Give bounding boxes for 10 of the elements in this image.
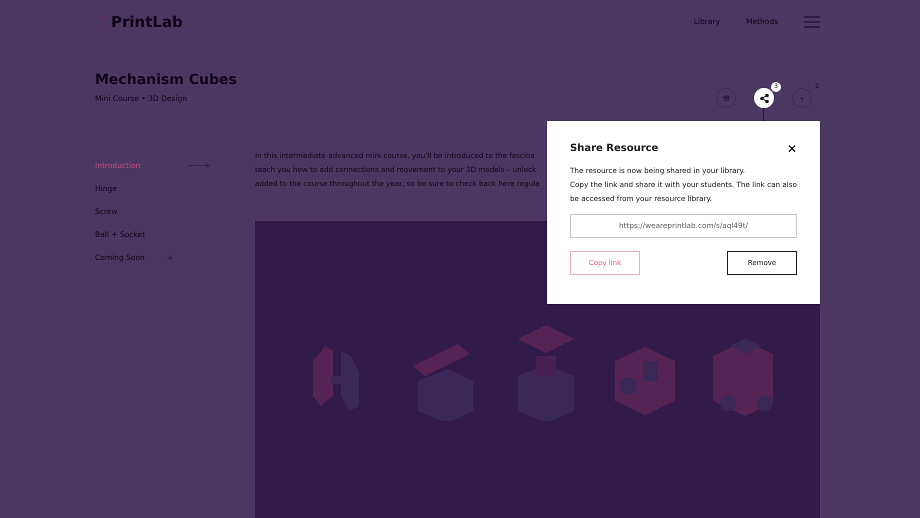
menu-icon[interactable] [804,16,820,28]
course-title: Mechanism Cubes [95,72,237,89]
share-icon [760,94,768,102]
arrow-icon [188,163,210,168]
bolt-icon [799,94,805,102]
close-button[interactable]: ✕ [786,142,797,154]
logo[interactable]: PrintLab [111,10,183,34]
graduation-cap-icon [722,94,730,102]
dialog-title: Share Resource [570,142,658,156]
plus-icon [166,254,173,260]
